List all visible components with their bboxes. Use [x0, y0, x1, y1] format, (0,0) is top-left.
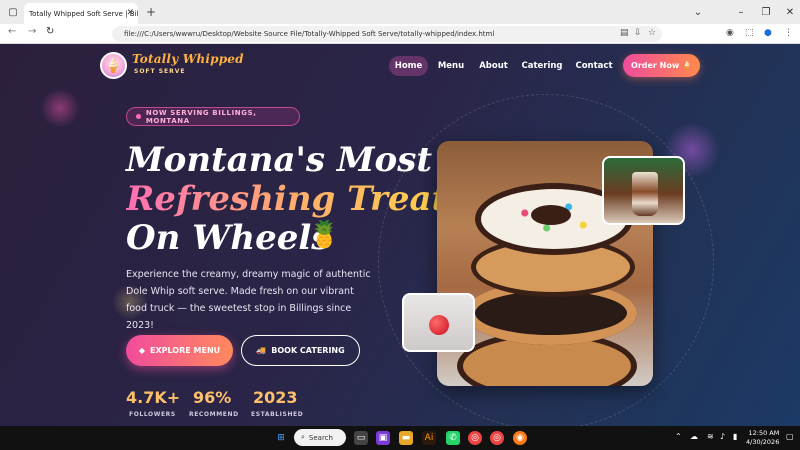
- search-icon: ⌕: [301, 433, 305, 441]
- taskbar-search-label: Search: [308, 433, 333, 442]
- browser-tab-bar: ▢ Totally Whipped Soft Serve | Billings …: [0, 0, 800, 24]
- hero-description: Experience the creamy, dreamy magic of a…: [126, 269, 371, 331]
- browser-tab[interactable]: Totally Whipped Soft Serve | Billings ✕: [24, 3, 138, 24]
- restore-icon[interactable]: ❐: [758, 4, 774, 20]
- notification-icon[interactable]: ▢: [786, 432, 794, 441]
- pineapple-icon: 🍍: [308, 220, 341, 250]
- chrome-icon[interactable]: ◎: [468, 431, 482, 445]
- chevron-down-icon[interactable]: ⌄: [690, 4, 706, 20]
- new-tab-icon[interactable]: +: [146, 5, 156, 19]
- ice-cream-icon: ◆: [138, 346, 145, 355]
- stat-recommend-value: 96%: [193, 388, 232, 407]
- status-dot-icon: [136, 114, 141, 119]
- brand-logo-icon[interactable]: 🍦: [100, 52, 127, 79]
- whatsapp-icon[interactable]: ✆: [446, 431, 460, 445]
- stat-established-value: 2023: [253, 388, 298, 407]
- order-now-button[interactable]: Order Now 🍦: [623, 54, 700, 77]
- cloud-icon[interactable]: ☁: [690, 432, 698, 441]
- app-icon[interactable]: ▣: [376, 431, 390, 445]
- firefox-icon[interactable]: ◉: [513, 431, 527, 445]
- parfait-thumbnail-image: [602, 156, 685, 225]
- volume-icon[interactable]: ♪: [720, 432, 725, 441]
- stat-recommend-label: RECOMMEND: [189, 411, 239, 418]
- location-badge-text: NOW SERVING BILLINGS, MONTANA: [145, 108, 257, 125]
- minimize-icon[interactable]: –: [733, 4, 749, 20]
- book-catering-label: BOOK CATERING: [271, 346, 345, 355]
- brand-name[interactable]: Totally Whipped: [132, 52, 244, 66]
- windows-taskbar: ⊞ ⌕ Search ▭ ▣ ▬ Ai ✆ ◎ ◎ ◉ ⌃ ☁ ≋ ♪ ▮ 12…: [0, 426, 800, 450]
- extensions-icon[interactable]: ⬚: [745, 28, 754, 38]
- close-tab-icon[interactable]: ✕: [126, 8, 134, 18]
- star-icon[interactable]: ☆: [648, 28, 656, 38]
- apple-thumbnail-image: [402, 293, 475, 352]
- address-bar-row: ← → ↻ file:///C:/Users/wwwru/Desktop/Web…: [0, 24, 800, 44]
- battery-icon[interactable]: ▮: [733, 432, 737, 441]
- stat-followers-label: FOLLOWERS: [129, 411, 176, 418]
- clock-date: 4/30/2026: [746, 438, 780, 446]
- menu-dots-icon[interactable]: ⋮: [784, 28, 793, 38]
- book-catering-button[interactable]: 🚚 BOOK CATERING: [241, 335, 360, 366]
- url-field[interactable]: file:///C:/Users/wwwru/Desktop/Website S…: [112, 26, 662, 42]
- decorative-glow: [40, 88, 80, 128]
- location-badge: NOW SERVING BILLINGS, MONTANA: [126, 107, 300, 126]
- nav-contact[interactable]: Contact: [572, 56, 616, 76]
- nav-home[interactable]: Home: [389, 56, 428, 76]
- hero-title-line-3: On Wheels: [126, 218, 331, 258]
- forward-icon[interactable]: →: [28, 26, 36, 37]
- clock-time: 12:50 AM: [748, 429, 780, 437]
- tab-title: Totally Whipped Soft Serve | Billings: [29, 9, 138, 18]
- tab-actions-icon[interactable]: ▢: [5, 4, 21, 20]
- task-view-icon[interactable]: ▭: [354, 431, 368, 445]
- file-explorer-icon[interactable]: ▬: [399, 431, 413, 445]
- explore-menu-button[interactable]: ◆ EXPLORE MENU: [126, 335, 233, 366]
- url-text: file:///C:/Users/wwwru/Desktop/Website S…: [124, 30, 495, 38]
- explore-menu-label: EXPLORE MENU: [150, 346, 221, 355]
- reload-icon[interactable]: ↻: [46, 26, 54, 37]
- windows-start-icon[interactable]: ⊞: [274, 431, 288, 445]
- website-page: 🍦 Totally Whipped SOFT SERVE Home Menu A…: [0, 44, 800, 426]
- close-window-icon[interactable]: ✕: [782, 4, 798, 20]
- stat-established-label: ESTABLISHED: [251, 411, 304, 418]
- wifi-icon[interactable]: ≋: [707, 432, 714, 441]
- hero-title-line-1: Montana's Most: [126, 140, 433, 180]
- tray-chevron-icon[interactable]: ⌃: [675, 432, 682, 441]
- back-icon[interactable]: ←: [8, 26, 16, 37]
- brand-tagline: SOFT SERVE: [134, 68, 186, 75]
- reader-icon[interactable]: ▤: [620, 28, 629, 38]
- install-icon[interactable]: ⇩: [634, 28, 642, 38]
- stat-followers-value: 4.7K+: [126, 388, 181, 407]
- nav-about[interactable]: About: [475, 56, 512, 76]
- profile-icon[interactable]: ◉: [726, 28, 734, 38]
- chrome-icon[interactable]: ◎: [490, 431, 504, 445]
- hero-title-line-2: Refreshing Treat: [126, 179, 448, 219]
- illustrator-icon[interactable]: Ai: [422, 431, 436, 445]
- taskbar-clock[interactable]: 12:50 AM 4/30/2026: [746, 429, 779, 447]
- nav-catering[interactable]: Catering: [519, 56, 565, 76]
- nav-menu[interactable]: Menu: [433, 56, 469, 76]
- taskbar-search[interactable]: ⌕ Search: [294, 429, 346, 446]
- truck-icon: 🚚: [256, 346, 267, 355]
- copilot-icon[interactable]: ●: [764, 28, 772, 38]
